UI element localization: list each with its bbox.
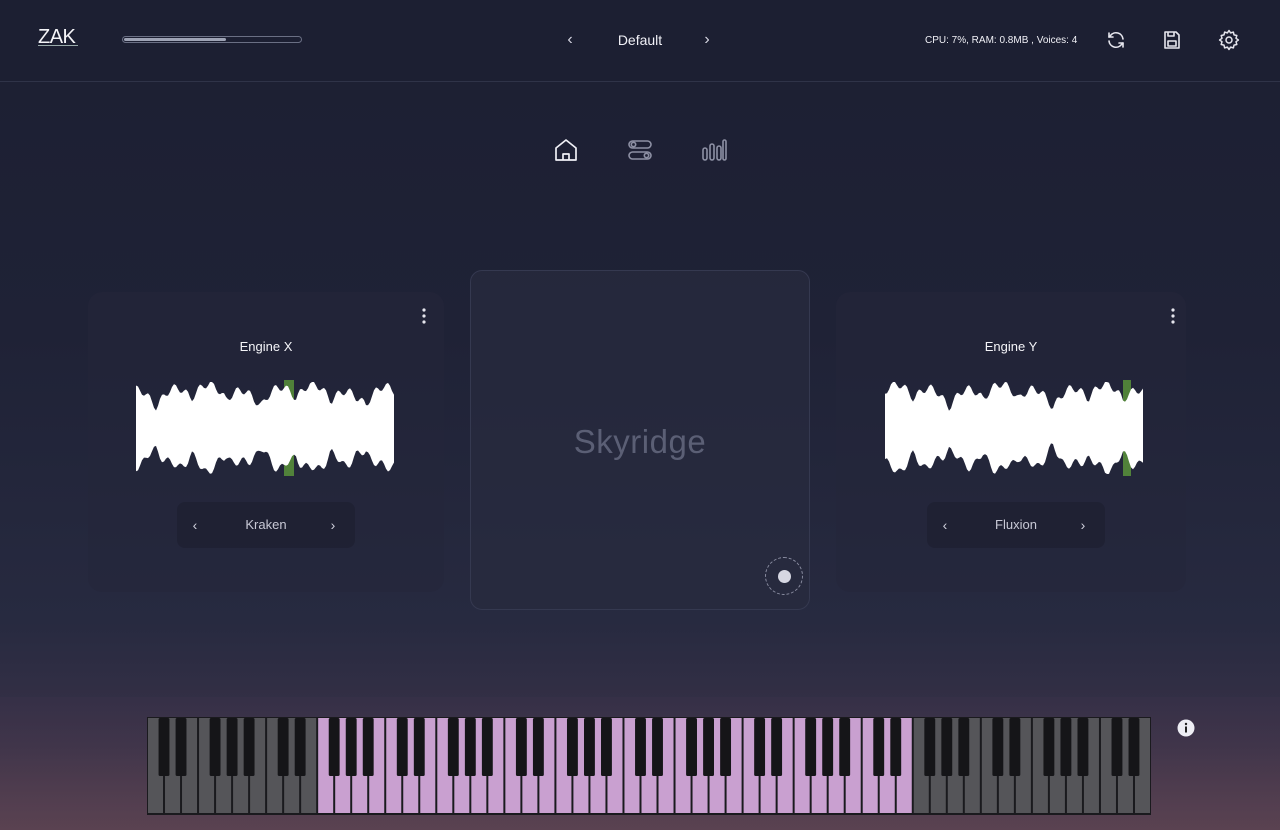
black-key [226,718,238,776]
more-options-icon[interactable] [1165,306,1181,326]
black-key [686,718,697,776]
info-icon[interactable] [1177,719,1195,737]
black-key [447,718,459,776]
piano-keyboard[interactable] [147,717,1151,815]
sliders-icon[interactable] [626,136,654,164]
xy-pad-handle[interactable] [765,557,803,595]
black-key [413,718,425,776]
black-key [396,718,408,776]
engine-title: Engine X [239,339,293,354]
engine-title: Engine Y [984,339,1038,354]
loading-progress-bar [122,36,302,43]
black-key [209,718,221,776]
preset-next-button[interactable]: › [697,29,717,51]
settings-icon[interactable] [1217,28,1241,52]
sample-selector: ‹ Fluxion › [927,502,1105,548]
black-key [1077,718,1089,776]
black-key [362,718,374,776]
black-key [1060,718,1072,776]
top-bar: ZAK ‹ Default › CPU: 7%, RAM: 0.8MB , Vo… [0,0,1280,82]
preset-prev-button[interactable]: ‹ [560,29,580,51]
black-key [754,718,766,776]
xy-morph-pad[interactable]: Skyridge [470,270,810,610]
logo-underline [38,45,78,46]
black-key [1043,718,1055,776]
black-key [941,718,953,776]
black-key [873,718,885,776]
black-key [958,718,970,776]
handle-dot [778,570,791,583]
engine-y-panel: Engine Y ‹ Fluxion › [836,292,1186,592]
sample-next-button[interactable]: › [323,514,343,536]
home-icon[interactable] [552,136,580,164]
black-key [635,718,646,776]
black-key [703,718,714,776]
black-key [1111,718,1123,776]
black-key [277,718,289,776]
black-key [822,718,834,776]
black-key [481,718,493,776]
black-key [720,718,732,776]
performance-stats: CPU: 7%, RAM: 0.8MB , Voices: 4 [925,35,1078,46]
black-key [175,718,187,776]
save-icon[interactable] [1160,28,1184,52]
black-key [601,718,612,776]
black-key [839,718,851,776]
black-key [464,718,476,776]
black-key [515,718,527,776]
waveform[interactable] [885,380,1143,476]
black-key [532,718,544,776]
black-key [652,718,663,776]
black-key [771,718,783,776]
preset-name[interactable]: Default [590,32,690,48]
equalizer-icon[interactable] [700,136,728,164]
sample-next-button[interactable]: › [1073,514,1093,536]
waveform[interactable] [136,380,394,476]
black-key [992,718,1004,776]
black-key [294,718,306,776]
black-key [924,718,936,776]
black-key [890,718,902,776]
pad-title: Skyridge [573,423,707,460]
progress-fill [124,38,227,41]
black-key [1128,718,1140,776]
sample-selector: ‹ Kraken › [177,502,355,548]
black-key [345,718,357,776]
black-key [566,718,578,776]
black-key [243,718,255,776]
more-options-icon[interactable] [416,306,432,326]
black-key [158,718,170,776]
refresh-icon[interactable] [1104,28,1128,52]
black-key [1009,718,1021,776]
engine-x-panel: Engine X ‹ Kraken › [88,292,444,592]
black-key [328,718,340,776]
black-key [584,718,595,776]
black-key [805,718,817,776]
